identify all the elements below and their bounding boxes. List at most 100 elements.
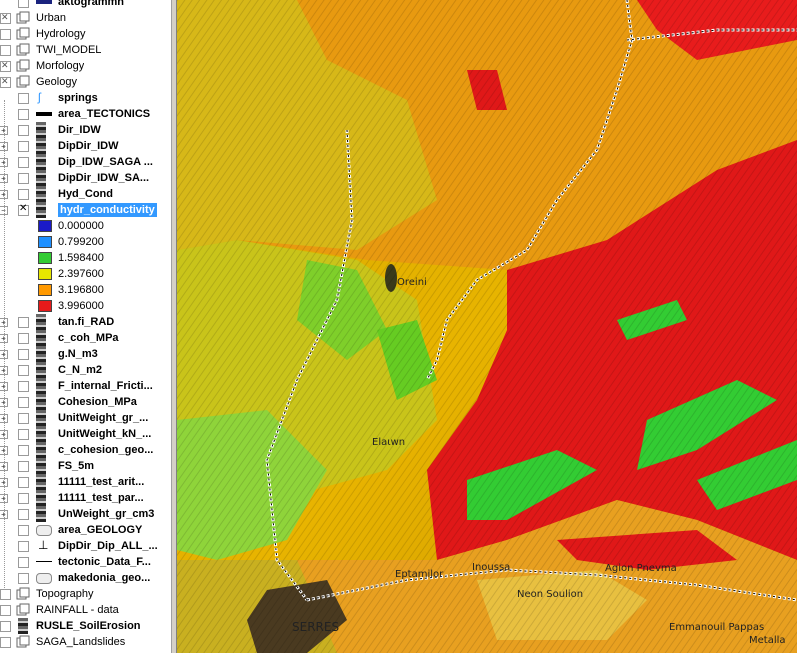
layer-checkbox[interactable] [18,573,29,584]
layer-checkbox[interactable] [18,445,29,456]
layer-checkbox[interactable] [18,381,29,392]
layer-row[interactable]: + Dir_IDW [0,122,171,138]
layer-checkbox[interactable] [18,93,29,104]
layer-row[interactable]: + c_cohesion_geo... [0,442,171,458]
legend-value: 0.000000 [58,220,104,232]
layer-label: F_internal_Fricti... [58,380,153,392]
layer-checkbox[interactable] [18,365,29,376]
layer-row[interactable]: + Cohesion_MPa [0,394,171,410]
layers-panel[interactable]: aktogrammh Urban Hydrology TWI_MODEL Morfolo… [0,0,171,653]
layer-checkbox[interactable] [18,525,29,536]
layer-row[interactable]: + DipDir_IDW_SA... [0,170,171,186]
raster-icon [36,330,46,346]
raster-icon [36,186,46,202]
layer-row[interactable]: makedonia_geo... [0,570,171,586]
layer-checkbox[interactable] [18,461,29,472]
layer-checkbox[interactable] [18,109,29,120]
tree-guide-line [4,100,5,590]
layer-checkbox[interactable] [18,173,29,184]
layer-row[interactable]: 2.397600 [0,266,171,282]
layer-checkbox[interactable] [18,349,29,360]
layer-row[interactable]: + UnitWeight_gr_... [0,410,171,426]
layer-label: Hyd_Cond [58,188,113,200]
layer-checkbox[interactable] [0,637,11,648]
layer-row[interactable]: ⊥ DipDir_Dip_ALL_... [0,538,171,554]
layer-row[interactable]: Topography [0,586,171,602]
layer-label: Geology [36,76,77,88]
layer-row[interactable]: Urban [0,10,171,26]
layer-row[interactable]: Hydrology [0,26,171,42]
layer-checkbox[interactable] [18,141,29,152]
layer-row[interactable]: + Hyd_Cond [0,186,171,202]
layer-row[interactable]: 3.996000 [0,298,171,314]
layer-checkbox[interactable] [18,477,29,488]
legend-swatch [38,236,52,248]
layer-checkbox[interactable] [0,605,11,616]
layer-row[interactable]: ʃ springs [0,90,171,106]
map-canvas[interactable]: Oreini Elaιwn Eptamilor Inoussa Agion Pn… [177,0,797,653]
layer-checkbox[interactable] [0,589,11,600]
layer-row[interactable]: TWI_MODEL [0,42,171,58]
layer-row[interactable]: 3.196800 [0,282,171,298]
layer-checkbox[interactable] [18,557,29,568]
layer-row[interactable]: area_GEOLOGY [0,522,171,538]
layer-checkbox[interactable] [18,189,29,200]
layer-row[interactable]: −hydr_conductivity [0,202,171,218]
layer-row[interactable]: 1.598400 [0,250,171,266]
layer-row[interactable]: +11111_test_par... [0,490,171,506]
layer-label: DipDir_IDW_SA... [58,172,150,184]
raster-icon [36,410,46,426]
legend-value: 2.397600 [58,268,104,280]
layer-checkbox[interactable] [18,317,29,328]
layer-label: g.N_m3 [58,348,98,360]
spring-icon: ʃ [38,90,41,104]
layer-checkbox[interactable] [18,541,29,552]
layer-checkbox[interactable] [0,76,11,88]
layer-row[interactable]: RAINFALL - data [0,602,171,618]
layer-checkbox[interactable] [18,509,29,520]
layer-row[interactable]: Morfology [0,58,171,74]
layer-row[interactable]: area_TECTONICS [0,106,171,122]
layer-row[interactable]: + F_internal_Fricti... [0,378,171,394]
layer-row[interactable]: 0.799200 [0,234,171,250]
layer-checkbox[interactable] [18,429,29,440]
layer-checkbox[interactable] [0,29,11,40]
legend-swatch [38,252,52,264]
layer-checkbox[interactable] [18,125,29,136]
layer-row[interactable]: + FS_5m [0,458,171,474]
layer-row[interactable]: + g.N_m3 [0,346,171,362]
layer-checkbox[interactable] [18,333,29,344]
layer-row[interactable]: RUSLE_SoilErosion [0,618,171,634]
layer-row[interactable]: + C_N_m2 [0,362,171,378]
layer-row[interactable]: + UnWeight_gr_cm3 [0,506,171,522]
layer-checkbox[interactable] [18,493,29,504]
layer-checkbox[interactable] [18,413,29,424]
layer-row[interactable]: + UnitWeight_kN_... [0,426,171,442]
dip-symbol-icon: ⊥ [38,538,49,552]
layer-checkbox[interactable] [18,397,29,408]
line-symbol-icon [36,112,52,116]
layer-row[interactable]: SAGA_Landslides [0,634,171,650]
layer-row[interactable]: + tan.fi_RAD [0,314,171,330]
raster-icon [36,426,46,442]
layer-row[interactable]: 0.000000 [0,218,171,234]
layer-checkbox[interactable] [0,621,11,632]
layer-checkbox[interactable] [18,203,29,216]
layer-checkbox[interactable] [0,60,11,72]
layer-checkbox[interactable] [18,157,29,168]
layer-row[interactable]: + DipDir_IDW [0,138,171,154]
legend-swatch [38,284,52,296]
layer-row[interactable]: tectonic_Data_F... [0,554,171,570]
layer-row[interactable]: Geology [0,74,171,90]
layer-label: RUSLE_SoilErosion [36,620,141,632]
layer-label: c_coh_MPa [58,332,119,344]
layer-row[interactable]: + Dip_IDW_SAGA ... [0,154,171,170]
layer-checkbox[interactable] [0,12,11,24]
layer-label: 11111_test_arit... [58,476,145,488]
folder-icon [16,59,30,72]
layer-checkbox[interactable] [18,0,29,8]
layer-row[interactable]: +11111_test_arit... [0,474,171,490]
layer-row[interactable]: aktogrammh [0,0,171,10]
layer-row[interactable]: + c_coh_MPa [0,330,171,346]
layer-checkbox[interactable] [0,45,11,56]
